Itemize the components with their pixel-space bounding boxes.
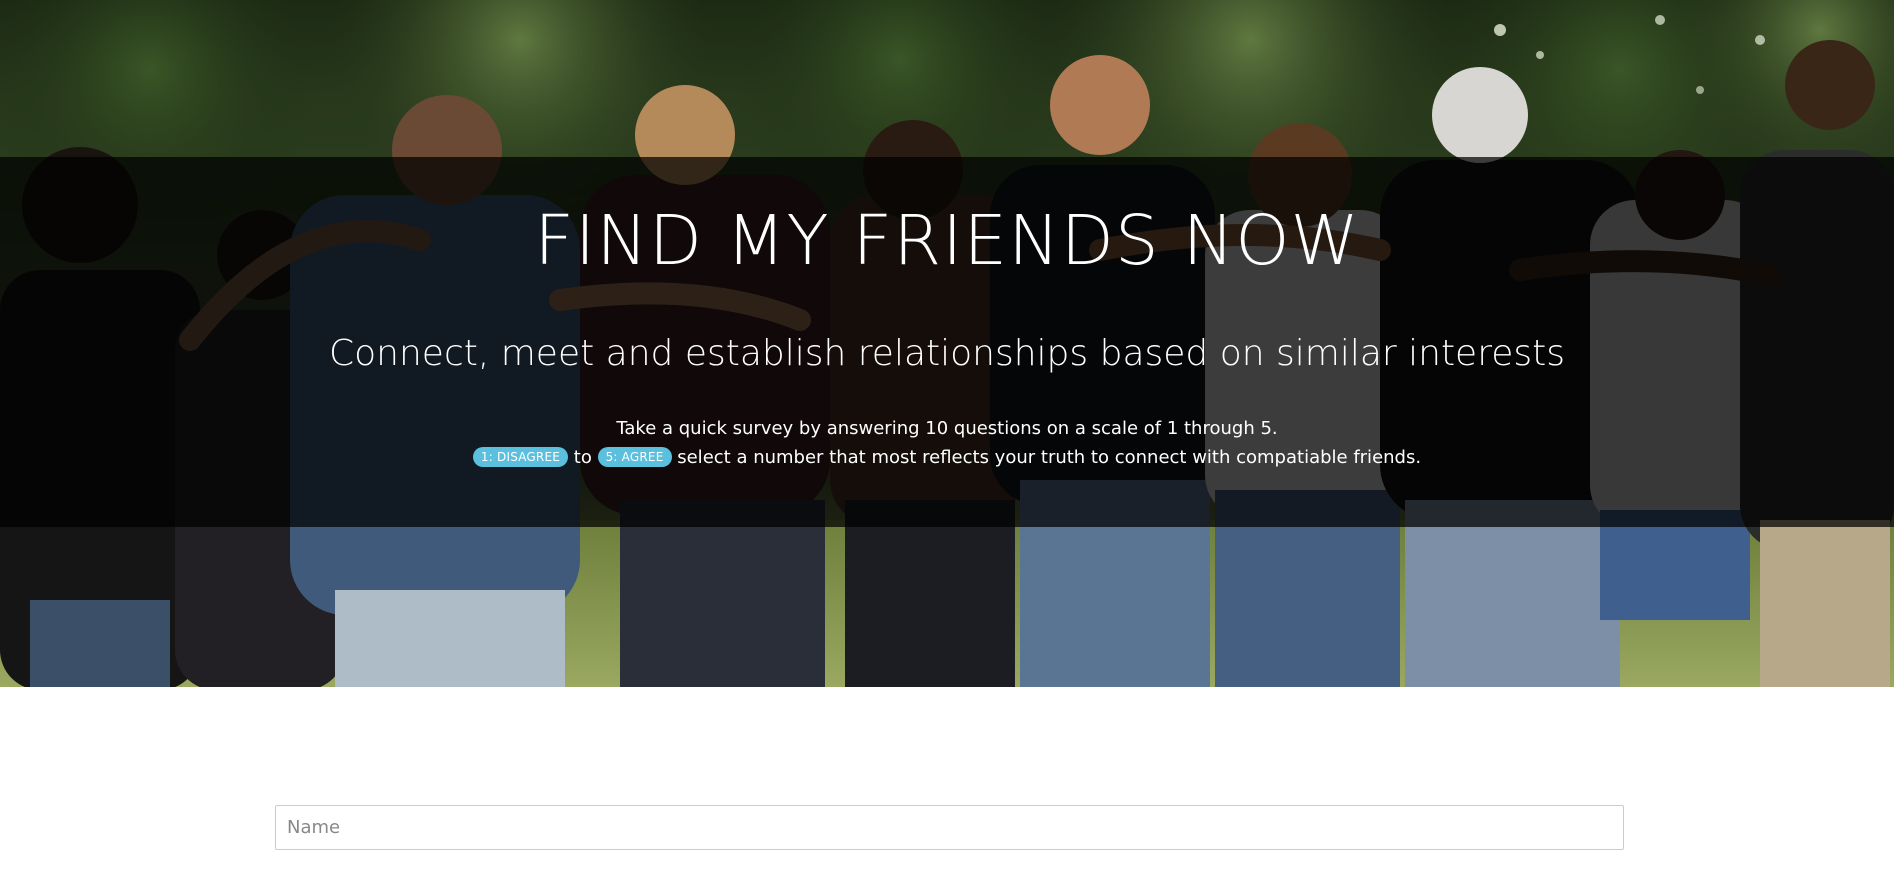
survey-instructions: Take a quick survey by answering 10 ques… — [0, 414, 1894, 472]
page-title: FIND MY FRIENDS NOW — [534, 201, 1360, 281]
survey-instructions-tail: select a number that most reflects your … — [677, 447, 1422, 468]
hero-subtitle: Connect, meet and establish relationship… — [329, 333, 1565, 374]
survey-form — [275, 805, 1624, 850]
hero-section: FIND MY FRIENDS NOW Connect, meet and es… — [0, 0, 1894, 687]
name-input[interactable] — [275, 805, 1624, 850]
agree-badge: 5: AGREE — [597, 447, 672, 467]
survey-instructions-line2: 1: DISAGREE to 5: AGREE select a number … — [0, 443, 1894, 472]
survey-instructions-line1: Take a quick survey by answering 10 ques… — [616, 418, 1278, 439]
disagree-badge: 1: DISAGREE — [472, 447, 569, 467]
scale-connector-text: to — [573, 447, 592, 468]
